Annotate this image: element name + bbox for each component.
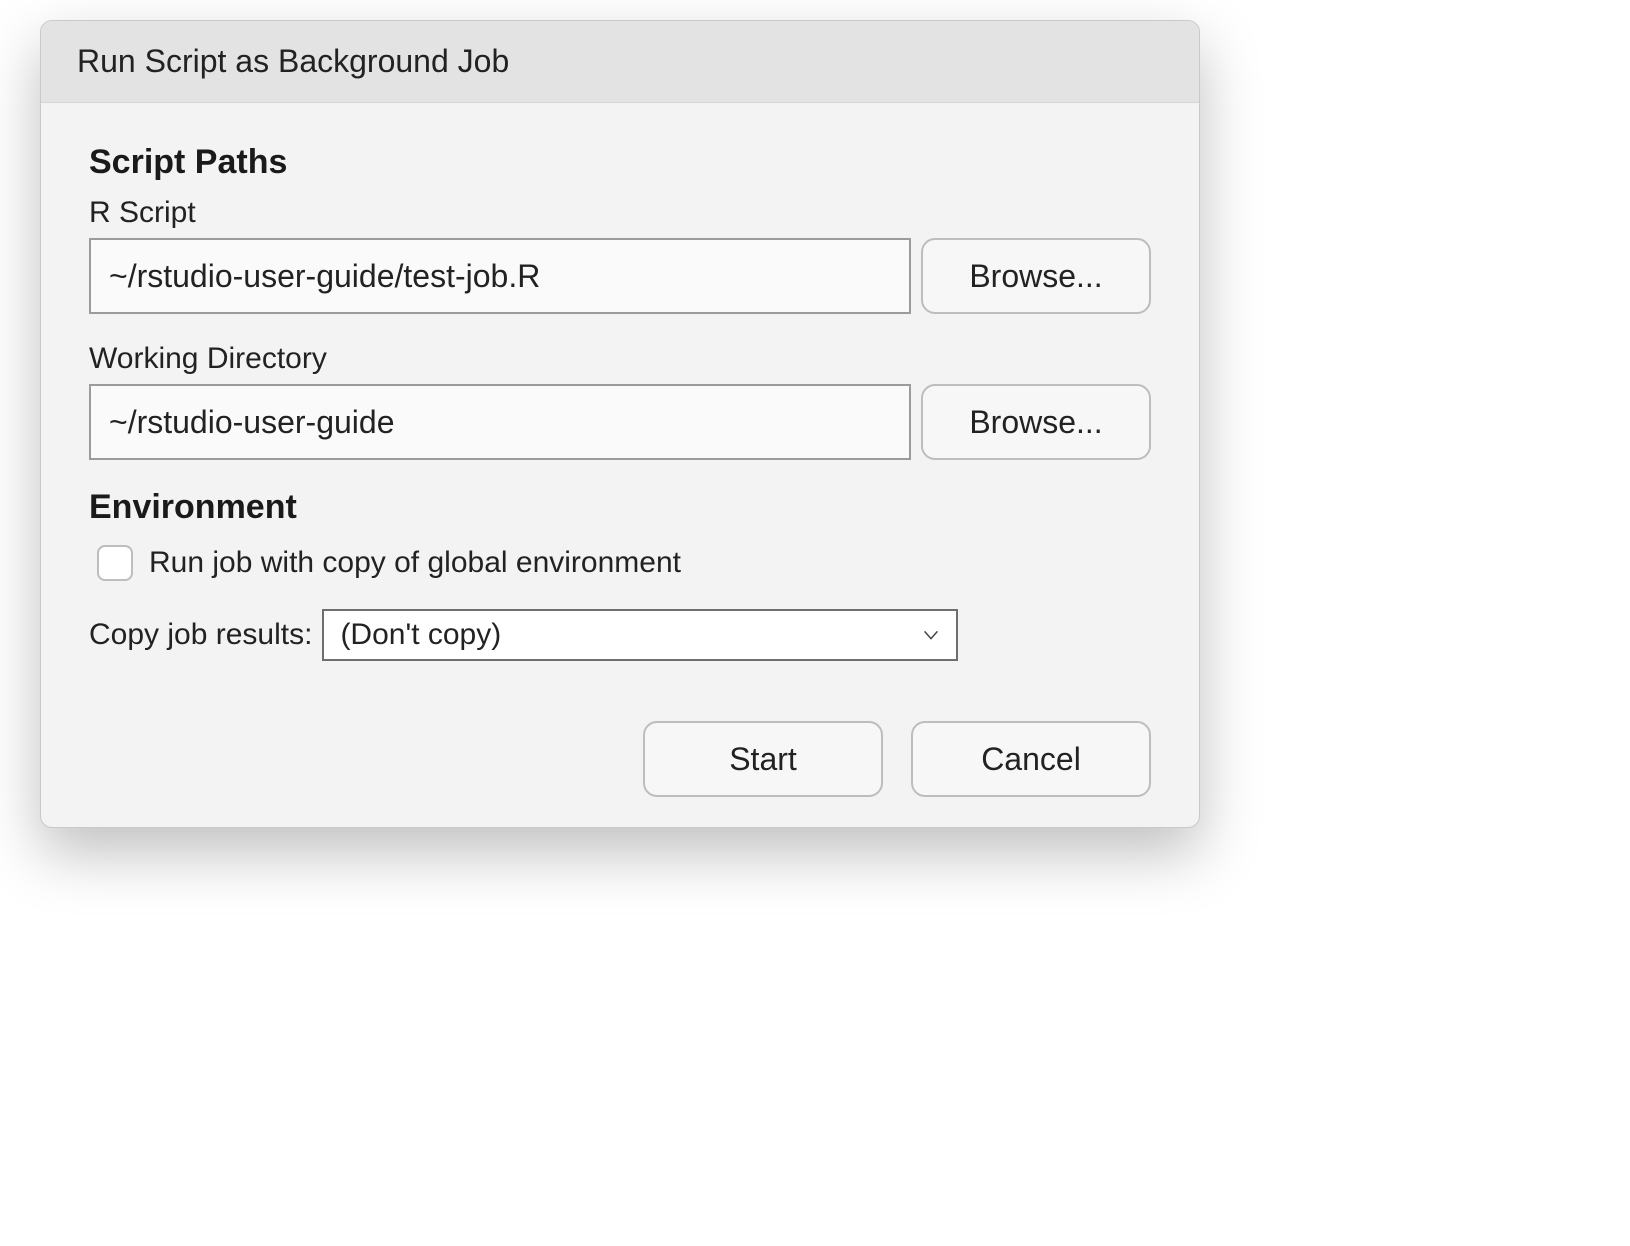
copy-global-env-row: Run job with copy of global environment bbox=[97, 545, 1151, 581]
copy-global-env-label[interactable]: Run job with copy of global environment bbox=[149, 546, 681, 580]
dialog-title: Run Script as Background Job bbox=[77, 43, 509, 79]
chevron-down-icon bbox=[920, 624, 942, 646]
environment-heading: Environment bbox=[89, 488, 1151, 527]
copy-results-label: Copy job results: bbox=[89, 618, 312, 652]
cancel-button[interactable]: Cancel bbox=[911, 721, 1151, 797]
dialog-content: Script Paths R Script Browse... Working … bbox=[41, 103, 1199, 827]
dialog-button-row: Start Cancel bbox=[89, 701, 1151, 797]
start-button[interactable]: Start bbox=[643, 721, 883, 797]
r-script-browse-button[interactable]: Browse... bbox=[921, 238, 1151, 314]
copy-results-row: Copy job results: (Don't copy) bbox=[89, 609, 1151, 661]
copy-results-select[interactable]: (Don't copy) bbox=[322, 609, 958, 661]
working-dir-browse-button[interactable]: Browse... bbox=[921, 384, 1151, 460]
r-script-input[interactable] bbox=[89, 238, 911, 314]
background-job-dialog: Run Script as Background Job Script Path… bbox=[40, 20, 1200, 828]
script-paths-heading: Script Paths bbox=[89, 143, 1151, 182]
working-dir-row: Browse... bbox=[89, 384, 1151, 460]
r-script-label: R Script bbox=[89, 196, 1151, 230]
dialog-titlebar: Run Script as Background Job bbox=[41, 21, 1199, 103]
copy-results-selected: (Don't copy) bbox=[340, 618, 501, 652]
working-dir-input[interactable] bbox=[89, 384, 911, 460]
working-dir-label: Working Directory bbox=[89, 342, 1151, 376]
copy-global-env-checkbox[interactable] bbox=[97, 545, 133, 581]
r-script-row: Browse... bbox=[89, 238, 1151, 314]
